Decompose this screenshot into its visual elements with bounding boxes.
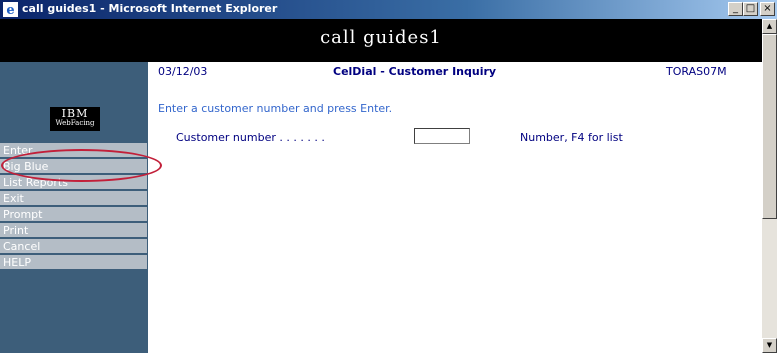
- customer-number-hint: Number, F4 for list: [520, 131, 623, 144]
- command-cancel[interactable]: Cancel: [0, 239, 147, 254]
- scroll-up-arrow-icon[interactable]: ▲: [762, 19, 777, 34]
- screen-content: 03/12/03 CelDial - Customer Inquiry TORA…: [148, 62, 762, 353]
- program-name: TORAS07M: [666, 65, 727, 78]
- logo-webfacing-text: WebFacing: [55, 119, 95, 127]
- scroll-thumb[interactable]: [762, 34, 777, 219]
- window-title: call guides1 - Microsoft Internet Explor…: [22, 2, 278, 15]
- app-header: call guides1: [0, 19, 762, 62]
- screen-date: 03/12/03: [158, 65, 208, 78]
- command-prompt[interactable]: Prompt: [0, 207, 147, 222]
- logo-ibm-text: IBM: [61, 107, 89, 120]
- customer-number-label: Customer number . . . . . . .: [176, 131, 325, 144]
- command-print[interactable]: Print: [0, 223, 147, 238]
- command-sidebar: IBM WebFacing Enter Big Blue List Report…: [0, 62, 148, 353]
- close-button[interactable]: ×: [760, 2, 775, 16]
- command-big-blue[interactable]: Big Blue: [0, 159, 147, 174]
- instruction-text: Enter a customer number and press Enter.: [158, 102, 393, 115]
- command-exit[interactable]: Exit: [0, 191, 147, 206]
- command-help[interactable]: HELP: [0, 255, 147, 270]
- scroll-down-arrow-icon[interactable]: ▼: [762, 338, 777, 353]
- command-list-reports[interactable]: List Reports: [0, 175, 147, 190]
- minimize-button[interactable]: _: [728, 2, 743, 16]
- svg-text:e: e: [6, 3, 14, 17]
- command-enter[interactable]: Enter: [0, 143, 147, 158]
- internet-explorer-icon: e: [3, 2, 18, 17]
- window-titlebar[interactable]: e call guides1 - Microsoft Internet Expl…: [0, 0, 777, 19]
- customer-number-input[interactable]: [414, 128, 470, 144]
- ibm-webfacing-logo: IBM WebFacing: [50, 107, 100, 131]
- vertical-scrollbar[interactable]: ▲ ▼: [762, 19, 777, 353]
- maximize-button[interactable]: □: [743, 2, 758, 16]
- screen-title: CelDial - Customer Inquiry: [333, 65, 497, 78]
- app-title: call guides1: [320, 27, 442, 48]
